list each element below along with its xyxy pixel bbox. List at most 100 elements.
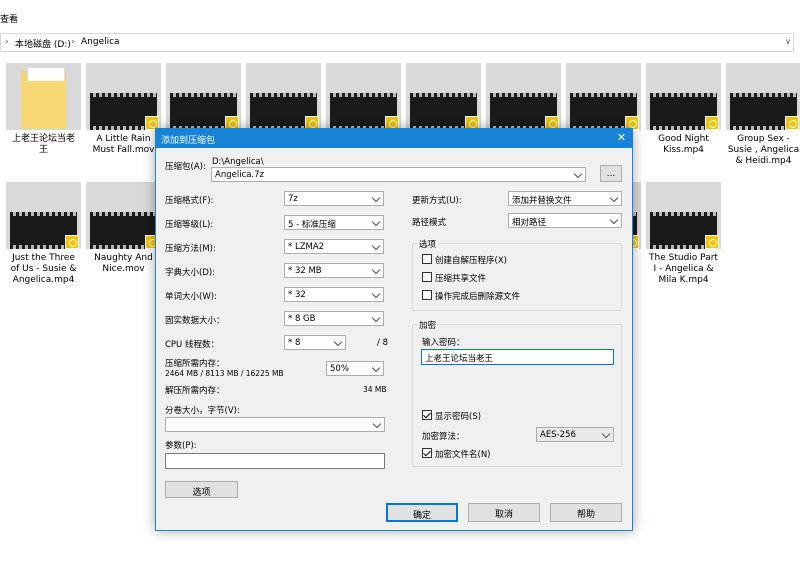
video-thumbnail <box>246 63 321 130</box>
breadcrumb-drive[interactable]: 本地磁盘 (D:) <box>15 37 71 50</box>
chevron-down-icon <box>611 217 618 224</box>
format-value: 7z <box>288 194 298 204</box>
folder-icon <box>6 63 81 130</box>
address-bar[interactable]: › 本地磁盘 (D:) › Angelica ∨ <box>0 33 794 52</box>
level-value: 5 - 标准压缩 <box>288 220 336 230</box>
method-value: * LZMA2 <box>288 242 325 252</box>
options-button[interactable]: 选项 <box>165 481 238 498</box>
video-thumbnail <box>486 63 561 130</box>
chevron-down-icon <box>373 243 380 250</box>
encryption-group-label: 加密 <box>417 319 439 331</box>
chevron-down-icon <box>373 219 380 226</box>
help-button[interactable]: 帮助 <box>550 503 622 522</box>
chevron-down-icon <box>603 431 610 438</box>
chevron-down-icon <box>373 291 380 298</box>
mem-percent-select[interactable]: 50% <box>326 361 384 376</box>
browse-button[interactable]: ... <box>600 165 622 182</box>
enc-method-select[interactable]: AES-256 <box>536 427 614 442</box>
video-thumbnail <box>406 63 481 130</box>
mem-decomp-value: 34 MB <box>363 385 387 394</box>
chevron-right-icon: › <box>5 37 9 47</box>
player-badge-icon <box>65 235 79 249</box>
path-mode-label: 路径模式 <box>412 218 447 228</box>
options-group-label: 选项 <box>417 238 439 250</box>
mem-comp-label: 压缩所需内存： <box>165 359 225 369</box>
update-select[interactable]: 添加并替换文件 <box>508 191 622 206</box>
chevron-down-icon <box>373 195 380 202</box>
update-value: 添加并替换文件 <box>512 196 572 206</box>
cancel-button[interactable]: 取消 <box>468 503 540 522</box>
chevron-down-icon[interactable]: ∨ <box>785 37 791 46</box>
password-input[interactable]: 上老王论坛当老王 <box>421 349 614 365</box>
mem-percent-value: 50% <box>330 364 349 374</box>
archive-path: D:\Angelica\ <box>212 157 264 167</box>
level-select[interactable]: 5 - 标准压缩 <box>284 215 384 230</box>
player-badge-icon <box>785 116 799 130</box>
video-thumbnail <box>86 182 161 249</box>
file-name: Good Night Kiss.mp4 <box>658 134 709 155</box>
video-thumbnail <box>726 63 800 130</box>
archive-name-value: Angelica.7z <box>215 170 265 180</box>
threads-value: * 8 <box>288 338 301 348</box>
chevron-down-icon <box>335 339 342 346</box>
solid-value: * 8 GB <box>288 314 316 324</box>
video-thumbnail <box>166 63 241 130</box>
chevron-down-icon <box>373 365 380 372</box>
enc-method-label: 加密算法： <box>422 432 465 442</box>
add-to-archive-dialog: 添加到压缩包 ✕ 压缩包(A): D:\Angelica\ Angelica.7… <box>155 128 633 531</box>
file-name: A Little Rain Must Fall.mov <box>92 134 155 155</box>
video-thumbnail <box>326 63 401 130</box>
file-name: Naughty And Nice.mov <box>94 253 153 274</box>
chevron-down-icon <box>374 421 381 428</box>
video-thumbnail <box>566 63 641 130</box>
enc-method-value: AES-256 <box>540 430 576 440</box>
password-label: 输入密码： <box>422 338 465 348</box>
params-label: 参数(P): <box>165 441 197 451</box>
player-badge-icon <box>705 235 719 249</box>
method-select[interactable]: * LZMA2 <box>284 239 384 254</box>
close-icon[interactable]: ✕ <box>617 131 626 144</box>
params-input[interactable] <box>165 453 385 469</box>
mem-comp-value: 2464 MB / 8113 MB / 16225 MB <box>165 369 284 378</box>
ok-button[interactable]: 确定 <box>386 503 458 522</box>
file-name: The Studio Part I - Angelica & Mila K.mp… <box>649 253 718 285</box>
path-mode-value: 相对路径 <box>512 218 547 228</box>
file-name: 上老王论坛当老 王 <box>11 134 75 155</box>
file-name: Group Sex - Susie , Angelica & Heidi.mp4 <box>727 134 800 166</box>
chevron-down-icon <box>373 315 380 322</box>
format-select[interactable]: 7z <box>284 191 384 206</box>
solid-select[interactable]: * 8 GB <box>284 311 384 326</box>
chevron-down-icon <box>611 195 618 202</box>
word-label: 单词大小(W): <box>165 292 217 302</box>
chevron-down-icon <box>575 171 582 178</box>
archive-name-combo[interactable]: Angelica.7z <box>211 167 586 182</box>
method-label: 压缩方法(M): <box>165 244 216 254</box>
video-thumbnail <box>86 63 161 130</box>
split-select[interactable] <box>165 417 385 432</box>
dict-select[interactable]: * 32 MB <box>284 263 384 278</box>
path-mode-select[interactable]: 相对路径 <box>508 213 622 228</box>
word-value: * 32 <box>288 290 306 300</box>
folder-icon <box>21 67 66 129</box>
dialog-titlebar[interactable]: 添加到压缩包 ✕ <box>156 129 632 148</box>
level-label: 压缩等级(L): <box>165 220 214 230</box>
threads-label: CPU 线程数： <box>165 340 219 350</box>
video-thumbnail <box>6 182 81 249</box>
video-thumbnail <box>646 182 721 249</box>
view-menu[interactable]: 查看 <box>0 12 18 25</box>
chevron-down-icon <box>373 267 380 274</box>
format-label: 压缩格式(F): <box>165 196 214 206</box>
menu-strip: 查看 <box>0 0 800 30</box>
breadcrumb-folder[interactable]: Angelica <box>81 37 120 47</box>
threads-total: / 8 <box>377 338 388 348</box>
threads-select[interactable]: * 8 <box>284 335 346 350</box>
mem-decomp-label: 解压所需内存： <box>165 386 225 396</box>
solid-label: 固实数据大小： <box>165 316 225 326</box>
video-thumbnail <box>646 63 721 130</box>
archive-label: 压缩包(A): <box>165 162 206 172</box>
dialog-title: 添加到压缩包 <box>161 136 216 146</box>
dict-label: 字典大小(D): <box>165 268 216 278</box>
player-badge-icon <box>705 116 719 130</box>
update-label: 更新方式(U): <box>412 196 462 206</box>
word-select[interactable]: * 32 <box>284 287 384 302</box>
